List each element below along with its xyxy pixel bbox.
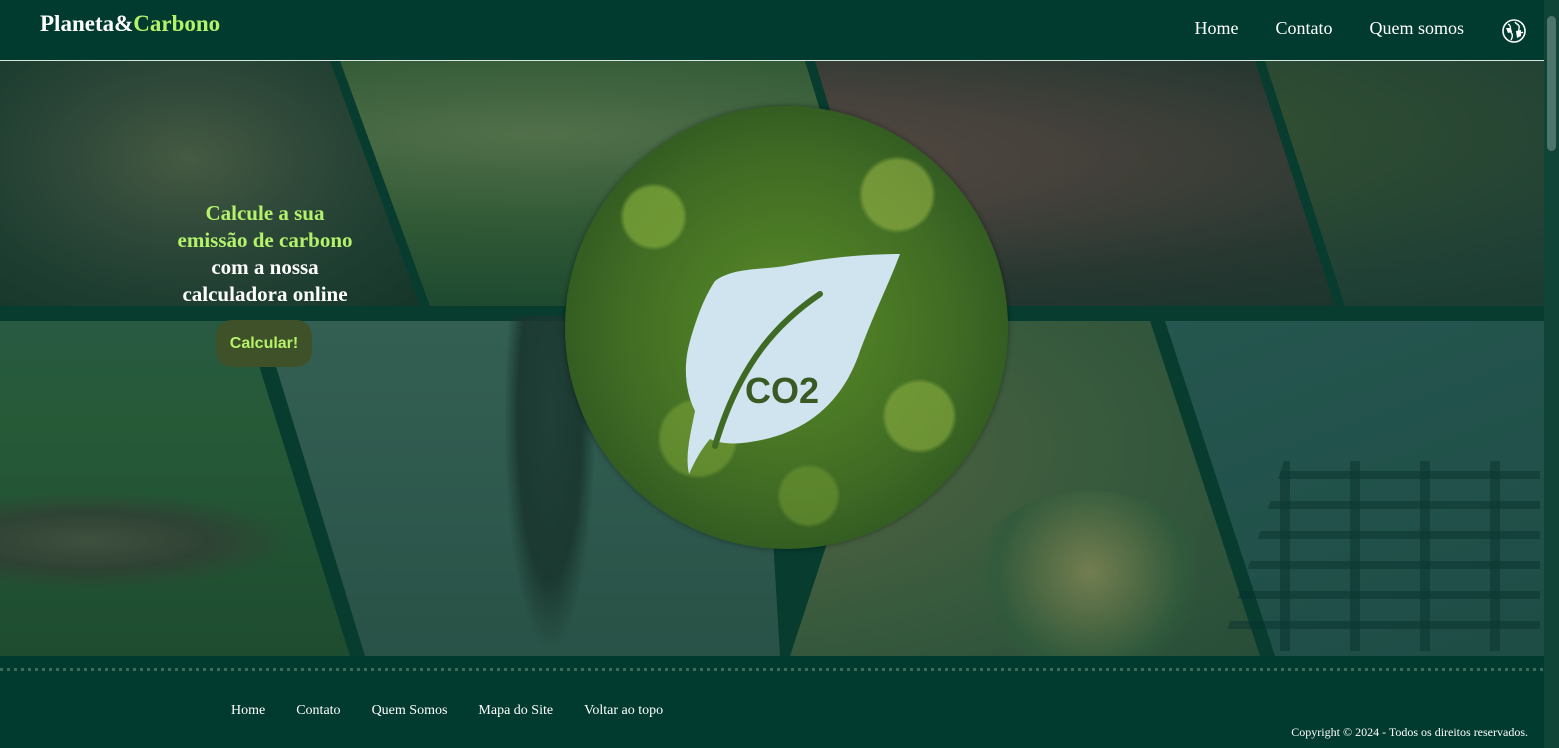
- leaf-co2-icon: CO2: [685, 254, 900, 474]
- scrollbar-thumb[interactable]: [1547, 16, 1556, 151]
- co2-text: CO2: [745, 370, 819, 411]
- footer-link-voltar-ao-topo[interactable]: Voltar ao topo: [584, 703, 663, 719]
- hero-line-1: Calcule a sua: [205, 201, 325, 225]
- site-logo[interactable]: Planeta&Carbono: [40, 11, 220, 37]
- copyright-text: Copyright © 2024 - Todos os direitos res…: [1291, 725, 1528, 739]
- nav-home[interactable]: Home: [1195, 18, 1239, 39]
- hero-line-2: emissão de carbono: [177, 228, 353, 252]
- hero-section: Calcule a sua emissão de carbono com a n…: [0, 61, 1544, 656]
- nav-quem-somos[interactable]: Quem somos: [1370, 18, 1465, 39]
- footer-link-quem-somos[interactable]: Quem Somos: [372, 703, 448, 719]
- hero-headline: Calcule a sua emissão de carbono com a n…: [120, 200, 410, 308]
- site-footer: Home Contato Quem Somos Mapa do Site Vol…: [0, 656, 1544, 748]
- footer-link-contato[interactable]: Contato: [296, 703, 340, 719]
- footer-nav: Home Contato Quem Somos Mapa do Site Vol…: [231, 703, 663, 719]
- main-nav: Home Contato Quem somos: [1195, 18, 1465, 39]
- page-scrollbar[interactable]: [1544, 0, 1559, 748]
- hero-line-4: calculadora online: [182, 282, 348, 306]
- footer-link-mapa-do-site[interactable]: Mapa do Site: [478, 703, 553, 719]
- site-header: Planeta&Carbono Home Contato Quem somos: [0, 0, 1544, 61]
- hero-line-3: com a nossa: [211, 255, 319, 279]
- logo-part-carbono: Carbono: [133, 11, 221, 36]
- footer-link-home[interactable]: Home: [231, 703, 265, 719]
- globe-icon[interactable]: [1502, 19, 1526, 43]
- calcular-button[interactable]: Calcular!: [216, 320, 312, 367]
- nav-contato[interactable]: Contato: [1276, 18, 1333, 39]
- footer-dotted-divider: [0, 668, 1544, 671]
- logo-part-planeta: Planeta&: [40, 11, 134, 36]
- co2-forest-image: CO2: [565, 106, 1008, 549]
